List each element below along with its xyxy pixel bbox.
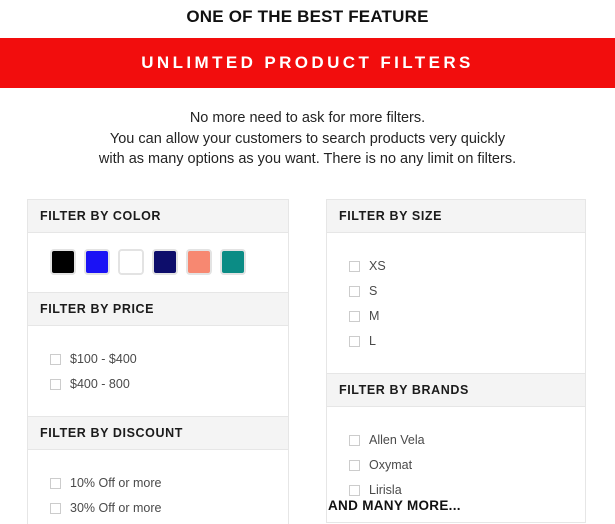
feature-banner: UNLIMTED PRODUCT FILTERS xyxy=(0,38,615,88)
color-swatch-fill xyxy=(120,251,142,273)
filter-panel-discount-title: FILTER BY DISCOUNT xyxy=(28,417,288,450)
filter-panel-price-title: FILTER BY PRICE xyxy=(28,293,288,326)
intro-line-1: No more need to ask for more filters. xyxy=(189,110,426,126)
size-option-label: XS xyxy=(369,259,386,274)
size-option-row[interactable]: XS xyxy=(349,254,573,279)
filter-panel-brands-title: FILTER BY BRANDS xyxy=(327,374,585,407)
color-swatch-blue[interactable] xyxy=(84,249,110,275)
intro-line-2: You can allow your customers to search p… xyxy=(109,130,506,147)
checkbox-icon[interactable] xyxy=(349,336,360,347)
checkbox-icon[interactable] xyxy=(349,261,360,272)
brands-option-list: Allen Vela Oxymat Lirisla xyxy=(339,419,573,508)
size-option-label: L xyxy=(369,334,376,349)
filter-panel-size-title: FILTER BY SIZE xyxy=(327,200,585,233)
color-swatch-fill xyxy=(86,251,108,273)
size-option-label: S xyxy=(369,284,378,299)
checkbox-icon[interactable] xyxy=(50,379,61,390)
checkbox-icon[interactable] xyxy=(349,435,360,446)
brand-option-row[interactable]: Allen Vela xyxy=(349,428,573,453)
checkbox-icon[interactable] xyxy=(349,311,360,322)
price-option-label: $400 - 800 xyxy=(70,377,130,392)
filter-panel-price-body: $100 - $400 $400 - 800 xyxy=(28,326,288,416)
page-title: ONE OF THE BEST FEATURE xyxy=(186,7,429,26)
filter-panel-color: FILTER BY COLOR xyxy=(27,199,289,293)
color-swatch-row xyxy=(40,245,276,278)
color-swatch-fill xyxy=(222,251,244,273)
price-option-row[interactable]: $400 - 800 xyxy=(50,372,276,397)
price-option-label: $100 - $400 xyxy=(70,352,137,367)
discount-option-label: 30% Off or more xyxy=(70,501,162,516)
filter-column-right: FILTER BY SIZE XS S M L FILTER BY BRANDS Al… xyxy=(326,199,586,523)
discount-option-row[interactable]: 10% Off or more xyxy=(50,471,276,496)
checkbox-icon[interactable] xyxy=(50,478,61,489)
filter-panel-discount: FILTER BY DISCOUNT 10% Off or more 30% Of… xyxy=(27,417,289,524)
filter-panel-discount-body: 10% Off or more30% Off or more50% Off or… xyxy=(28,450,288,524)
checkbox-icon[interactable] xyxy=(349,286,360,297)
size-option-row[interactable]: S xyxy=(349,279,573,304)
color-swatch-teal[interactable] xyxy=(220,249,246,275)
color-swatch-salmon[interactable] xyxy=(186,249,212,275)
size-option-row[interactable]: L xyxy=(349,329,573,354)
size-option-list: XS S M L xyxy=(339,245,573,359)
size-option-label: M xyxy=(369,309,380,324)
filter-columns: FILTER BY COLOR FILTER BY PRICE $100 - $… xyxy=(0,199,615,524)
banner-title: UNLIMTED PRODUCT FILTERS xyxy=(141,53,474,72)
and-many-more-label: AND MANY MORE... xyxy=(328,498,461,513)
color-swatch-black[interactable] xyxy=(50,249,76,275)
checkbox-icon[interactable] xyxy=(50,354,61,365)
price-option-list: $100 - $400 $400 - 800 xyxy=(40,338,276,402)
discount-option-label: 10% Off or more xyxy=(70,476,162,491)
intro-line-3: with as many options as you want. There … xyxy=(98,151,517,167)
checkbox-icon[interactable] xyxy=(349,460,360,471)
color-swatch-white[interactable] xyxy=(118,249,144,275)
brand-option-label: Allen Vela xyxy=(369,433,425,448)
brand-option-label: Oxymat xyxy=(369,458,413,473)
filter-column-left: FILTER BY COLOR FILTER BY PRICE $100 - $… xyxy=(27,199,289,524)
checkbox-icon[interactable] xyxy=(50,503,61,514)
size-option-row[interactable]: M xyxy=(349,304,573,329)
filter-panel-color-body xyxy=(28,233,288,292)
color-swatch-fill xyxy=(188,251,210,273)
color-swatch-fill xyxy=(154,251,176,273)
filter-panel-price: FILTER BY PRICE $100 - $400 $400 - 800 xyxy=(27,293,289,417)
discount-option-list: 10% Off or more30% Off or more50% Off or… xyxy=(40,462,276,524)
filter-panel-size-body: XS S M L xyxy=(327,233,585,373)
brand-option-row[interactable]: Oxymat xyxy=(349,453,573,478)
filter-panel-color-title: FILTER BY COLOR xyxy=(28,200,288,233)
color-swatch-fill xyxy=(52,251,74,273)
checkbox-icon[interactable] xyxy=(349,485,360,496)
color-swatch-navy[interactable] xyxy=(152,249,178,275)
filter-panel-size: FILTER BY SIZE XS S M L xyxy=(326,199,586,374)
price-option-row[interactable]: $100 - $400 xyxy=(50,347,276,372)
discount-option-row[interactable]: 30% Off or more xyxy=(50,496,276,521)
intro-paragraph: No more need to ask for more filters. Yo… xyxy=(0,108,615,170)
brand-option-label: Lirisla xyxy=(369,483,402,498)
